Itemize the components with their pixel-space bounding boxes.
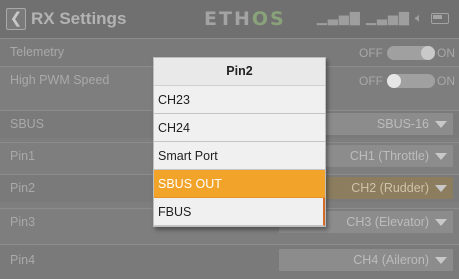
caret-down-icon [435,153,447,160]
popup-option-ch23[interactable]: CH23 [154,86,325,114]
caret-down-icon [435,219,447,226]
header-bar: ❮ RX Settings ETHOS ▁▃▅▇ ▁▃▅▇ 🔈︎ [0,0,459,38]
pin4-label: Pin4 [10,253,36,267]
toggle-track [387,46,435,60]
popup-option-fbus[interactable]: FBUS [154,198,325,226]
page-title: RX Settings [31,9,127,28]
chevron-left-icon: ❮ [9,10,23,27]
caret-down-icon [435,257,447,264]
pin2-label: Pin2 [10,181,36,195]
sbus-label: SBUS [10,117,45,131]
caret-down-icon [435,185,447,192]
high-pwm-label: High PWM Speed [10,73,110,87]
toggle-track [387,74,435,88]
battery-icon [431,13,449,24]
status-icons: ▁▃▅▇ ▁▃▅▇ 🔈︎ [317,11,449,26]
toggle-knob [387,74,401,88]
signal-strength-icon: ▁▃▅▇ [316,11,361,26]
caret-down-icon [435,121,447,128]
pin4-value: CH4 (Aileron) [353,253,429,267]
popup-option-smart-port[interactable]: Smart Port [154,142,325,170]
speaker-icon: 🔈︎ [415,11,424,26]
popup-option-ch24[interactable]: CH24 [154,114,325,142]
toggle-off-label: OFF [359,46,383,60]
pin4-select[interactable]: CH4 (Aileron) [279,249,453,271]
back-button[interactable]: ❮ [6,8,26,30]
popup-title: Pin2 [154,58,325,86]
pin2-options-popup: Pin2 CH23 CH24 Smart Port SBUS OUT FBUS [153,57,326,227]
pin3-label: Pin3 [10,215,36,229]
sbus-value: SBUS-16 [376,117,429,131]
toggle-knob [421,46,435,60]
pin3-value: CH3 (Elevator) [346,215,429,229]
pin2-value: CH2 (Rudder) [351,181,429,195]
rx-settings-screen: ❮ RX Settings ETHOS ▁▃▅▇ ▁▃▅▇ 🔈︎ Telemet… [0,0,459,279]
toggle-on-label: ON [437,46,455,60]
telemetry-toggle[interactable]: OFF ON [340,45,455,61]
pin1-value: CH1 (Throttle) [349,149,429,163]
high-pwm-toggle[interactable]: OFF ON [340,73,455,89]
toggle-on-label: ON [437,74,455,88]
rx-signal-icon: ▁▃▅▇ [365,11,410,26]
brand-logo: ETHOS [204,8,286,30]
toggle-off-label: OFF [359,74,383,88]
telemetry-label: Telemetry [10,45,65,59]
pin1-label: Pin1 [10,149,36,163]
row-pin4: Pin4 CH4 (Aileron) [0,244,459,279]
popup-option-sbus-out[interactable]: SBUS OUT [154,170,325,198]
